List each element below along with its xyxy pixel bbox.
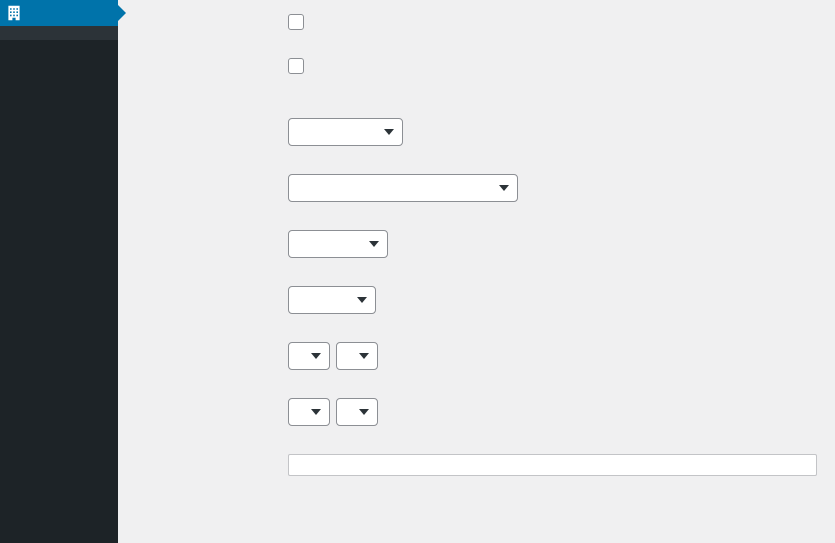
date-format-select[interactable] <box>288 286 376 314</box>
label-booking-rules <box>128 58 288 62</box>
settings-form <box>118 0 835 543</box>
currency-select[interactable] <box>288 174 518 202</box>
admin-sidebar <box>0 0 118 543</box>
booking-rules-label[interactable] <box>288 58 817 74</box>
hide-adults-children-checkbox[interactable] <box>288 14 304 30</box>
sidebar-submenu <box>0 26 118 40</box>
currency-position-select[interactable] <box>288 230 388 258</box>
label-checkout-time <box>128 342 288 346</box>
label-currency <box>128 174 288 178</box>
hide-adults-children-label[interactable] <box>288 14 817 30</box>
building-icon <box>6 5 22 21</box>
checkin-minute-select[interactable] <box>336 398 378 426</box>
row-currency-position <box>128 216 817 272</box>
label-checkin-time <box>128 398 288 402</box>
sidebar-parent-accommodation[interactable] <box>0 0 118 26</box>
row-date-format <box>128 272 817 328</box>
row-square-units <box>128 104 817 160</box>
label-square-units <box>128 118 288 122</box>
booking-rules-checkbox[interactable] <box>288 58 304 74</box>
row-checkout-time <box>128 328 817 384</box>
checkin-hour-select[interactable] <box>288 398 330 426</box>
label-bed-types <box>128 454 288 458</box>
label-currency-position <box>128 230 288 234</box>
row-checkin-time <box>128 384 817 440</box>
row-currency <box>128 160 817 216</box>
sidebar-active-arrow-icon <box>118 5 126 21</box>
table-header <box>289 455 816 475</box>
checkout-minute-select[interactable] <box>336 342 378 370</box>
bed-types-table <box>288 454 817 476</box>
label-date-format <box>128 286 288 290</box>
square-units-select[interactable] <box>288 118 403 146</box>
checkout-hour-select[interactable] <box>288 342 330 370</box>
row-hide-adults-children <box>288 0 817 44</box>
row-booking-rules <box>128 44 817 88</box>
row-bed-types <box>128 440 817 490</box>
